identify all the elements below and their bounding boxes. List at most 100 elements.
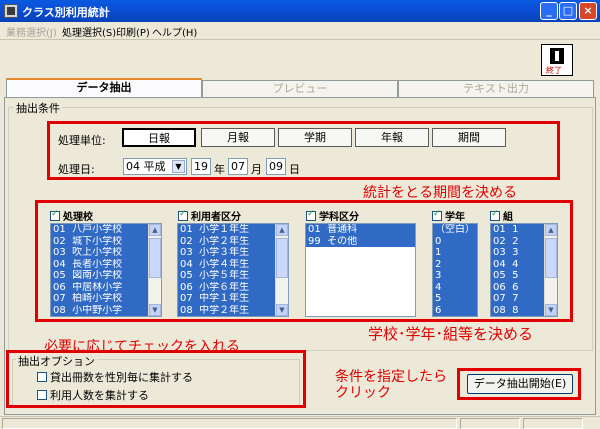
list-item[interactable]: 05 図南小学校: [51, 270, 148, 282]
menu-bar: 業務選択(J) 処理選択(S) 印刷(P) ヘルプ(H): [0, 22, 600, 40]
day-field[interactable]: 09: [266, 158, 286, 175]
conditions-group-label: 抽出条件: [14, 100, 62, 116]
list-item[interactable]: 1: [433, 247, 477, 259]
status-segment: [460, 418, 520, 429]
list-item[interactable]: 01 八戸小学校: [51, 224, 148, 236]
list-item[interactable]: 08 8: [491, 304, 544, 316]
scrollbar[interactable]: ▲ ▼: [544, 224, 557, 316]
dept-checkbox[interactable]: [306, 209, 316, 221]
list-item[interactable]: 08 小中野小学: [51, 304, 148, 316]
minimize-button[interactable]: _: [540, 2, 558, 20]
option-gender-checkbox[interactable]: [37, 372, 47, 382]
annotation-selection: 学校･学年･組等を決める: [368, 325, 534, 343]
list-item[interactable]: 01 小学１年生: [178, 224, 275, 236]
month-suffix: 月: [251, 163, 262, 176]
scroll-thumb[interactable]: [545, 238, 557, 278]
chevron-down-icon[interactable]: ▼: [149, 304, 161, 316]
list-item[interactable]: 05 小学５年生: [178, 270, 275, 282]
menu-item-process[interactable]: 処理選択(S): [62, 24, 116, 39]
list-item[interactable]: 01 1: [491, 224, 544, 236]
list-item[interactable]: 06 小学６年生: [178, 281, 275, 293]
chevron-down-icon[interactable]: ▼: [172, 160, 185, 173]
window-title: クラス別利用統計: [22, 6, 110, 19]
tab-data-extract[interactable]: データ抽出: [6, 78, 202, 98]
month-field[interactable]: 07: [228, 158, 248, 175]
annotation-click-2: クリック: [335, 385, 391, 401]
list-item[interactable]: 07 7: [491, 293, 544, 305]
year-field[interactable]: 19: [191, 158, 211, 175]
grade-listbox[interactable]: （空白） 0 1 2 3 4 5 6: [432, 223, 478, 317]
list-item[interactable]: 04 小学４年生: [178, 258, 275, 270]
close-button[interactable]: ×: [579, 2, 597, 20]
list-item[interactable]: 07 柏崎小学校: [51, 293, 148, 305]
unit-button-term[interactable]: 学期: [278, 128, 352, 147]
menu-item-print[interactable]: 印刷(P): [116, 24, 150, 39]
list-item[interactable]: 5: [433, 293, 477, 305]
list-item[interactable]: 02 城下小学校: [51, 235, 148, 247]
tab-text-output[interactable]: テキスト出力: [398, 80, 594, 98]
list-item[interactable]: 03 吹上小学校: [51, 247, 148, 259]
scrollbar[interactable]: ▲ ▼: [148, 224, 161, 316]
unit-button-period[interactable]: 期間: [432, 128, 506, 147]
list-item[interactable]: 0: [433, 235, 477, 247]
class-listbox[interactable]: 01 1 02 2 03 3 04 4 05 5 06 6 07 7 08 8 …: [490, 223, 558, 317]
option-gender-count[interactable]: 貸出冊数を性別毎に集計する: [37, 369, 193, 385]
grade-check[interactable]: 学年: [432, 208, 465, 223]
extract-start-button[interactable]: データ抽出開始(E): [467, 374, 573, 394]
class-check[interactable]: 組: [490, 208, 513, 223]
list-item[interactable]: 07 中学１年生: [178, 293, 275, 305]
user-category-listbox[interactable]: 01 小学１年生 02 小学２年生 03 小学３年生 04 小学４年生 05 小…: [177, 223, 289, 317]
list-item[interactable]: 08 中学２年生: [178, 304, 275, 316]
user-checkbox[interactable]: [178, 209, 188, 221]
title-bar[interactable]: クラス別利用統計 _ □ ×: [0, 0, 600, 22]
scroll-thumb[interactable]: [276, 238, 288, 278]
status-segment: [523, 418, 583, 429]
user-check[interactable]: 利用者区分: [178, 208, 241, 223]
list-item[interactable]: 02 小学２年生: [178, 235, 275, 247]
list-item[interactable]: 01 普通科: [306, 224, 415, 236]
list-item[interactable]: 04 4: [491, 258, 544, 270]
chevron-up-icon[interactable]: ▲: [276, 224, 288, 236]
scrollbar[interactable]: ▲ ▼: [275, 224, 288, 316]
list-item[interactable]: 4: [433, 281, 477, 293]
menu-item-business[interactable]: 業務選択(J): [6, 24, 57, 39]
chevron-up-icon[interactable]: ▲: [545, 224, 557, 236]
menu-item-help[interactable]: ヘルプ(H): [152, 24, 197, 39]
dept-listbox[interactable]: 01 普通科 99 その他: [305, 223, 416, 317]
list-item[interactable]: 3: [433, 270, 477, 282]
unit-button-yearly[interactable]: 年報: [355, 128, 429, 147]
unit-button-daily[interactable]: 日報: [122, 128, 196, 147]
list-item[interactable]: 02 2: [491, 235, 544, 247]
list-item[interactable]: 05 5: [491, 270, 544, 282]
year-suffix: 年: [214, 163, 225, 176]
list-item[interactable]: （空白）: [433, 224, 477, 236]
tab-preview[interactable]: プレビュー: [202, 80, 398, 98]
date-label: 処理日:: [58, 163, 95, 176]
list-item[interactable]: 2: [433, 258, 477, 270]
exit-button[interactable]: 終了: [541, 44, 573, 76]
list-item[interactable]: 06 6: [491, 281, 544, 293]
era-select[interactable]: 04 平成 ▼: [123, 158, 187, 175]
chevron-up-icon[interactable]: ▲: [149, 224, 161, 236]
list-item[interactable]: 04 長者小学校: [51, 258, 148, 270]
status-segment: [2, 418, 457, 429]
option-user-checkbox[interactable]: [37, 390, 47, 400]
chevron-down-icon[interactable]: ▼: [545, 304, 557, 316]
list-item[interactable]: 6: [433, 304, 477, 316]
school-listbox[interactable]: 01 八戸小学校 02 城下小学校 03 吹上小学校 04 長者小学校 05 図…: [50, 223, 162, 317]
grade-checkbox[interactable]: [432, 209, 442, 221]
list-item[interactable]: 06 中居林小学: [51, 281, 148, 293]
running-man-exit-icon: [550, 48, 564, 64]
list-item[interactable]: 99 その他: [306, 235, 415, 247]
list-item[interactable]: 03 小学３年生: [178, 247, 275, 259]
school-check[interactable]: 処理校: [50, 208, 93, 223]
list-item[interactable]: 03 3: [491, 247, 544, 259]
school-checkbox[interactable]: [50, 209, 60, 221]
option-user-count[interactable]: 利用人数を集計する: [37, 387, 149, 403]
dept-check[interactable]: 学科区分: [306, 208, 359, 223]
chevron-down-icon[interactable]: ▼: [276, 304, 288, 316]
maximize-button[interactable]: □: [559, 2, 577, 20]
unit-button-monthly[interactable]: 月報: [201, 128, 275, 147]
class-checkbox[interactable]: [490, 209, 500, 221]
scroll-thumb[interactable]: [149, 238, 161, 278]
